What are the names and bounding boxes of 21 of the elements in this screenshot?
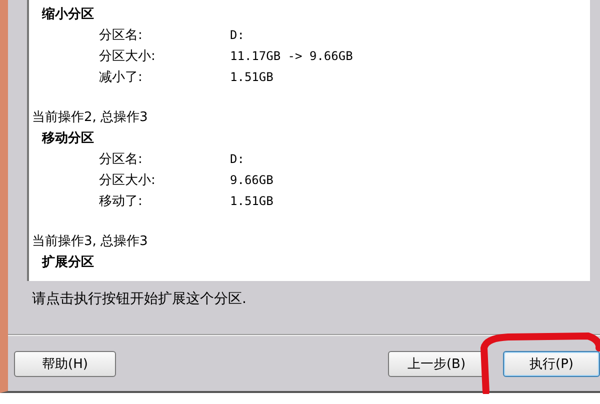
- dialog-button[interactable]: 上一步(B): [388, 351, 485, 377]
- field-value: D:: [230, 151, 244, 168]
- field-label: 分区名:: [99, 27, 144, 45]
- dialog-button[interactable]: 执行(P): [503, 351, 600, 377]
- operation-title: 缩小分区: [40, 6, 95, 24]
- operation-title: 扩展分区: [40, 254, 95, 272]
- field-value: D:: [230, 27, 244, 44]
- dialog-button[interactable]: 帮助(H): [14, 351, 116, 377]
- field-label: 分区名:: [99, 151, 144, 169]
- operation-counter: 当前操作2, 总操作3: [32, 109, 149, 127]
- operation-title: 移动分区: [40, 130, 95, 148]
- field-value: 1.51GB: [230, 69, 274, 86]
- field-label: 分区大小:: [99, 48, 156, 66]
- field-value: 11.17GB -> 9.66GB: [230, 48, 353, 65]
- field-label: 分区大小:: [99, 172, 156, 190]
- operation-counter: 当前操作3, 总操作3: [32, 233, 149, 251]
- field-value: 9.66GB: [230, 172, 274, 189]
- field-label: 移动了:: [99, 193, 144, 211]
- instruction-text: 请点击执行按钮开始扩展这个分区.: [32, 291, 246, 307]
- field-value: 1.51GB: [230, 193, 274, 210]
- field-label: 减小了:: [99, 69, 144, 87]
